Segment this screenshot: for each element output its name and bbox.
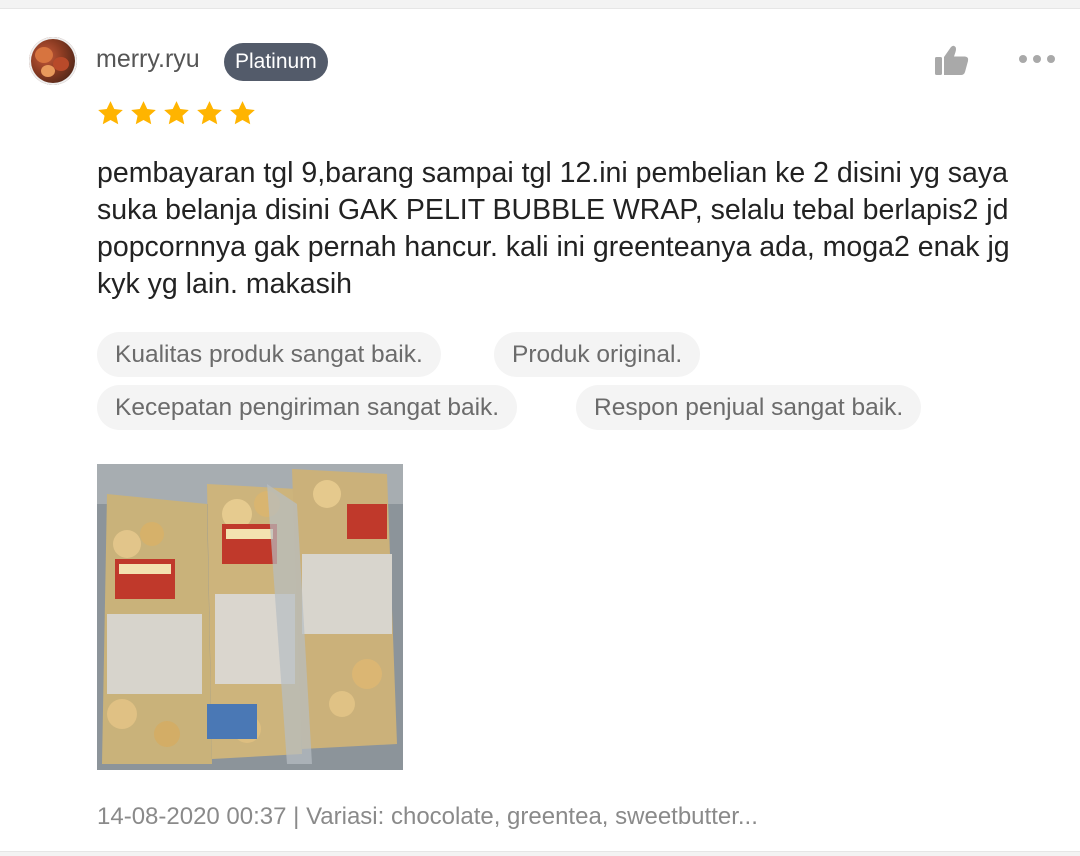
review-text: pembayaran tgl 9,barang sampai tgl 12.in…	[97, 157, 1010, 300]
star-icon	[197, 101, 222, 125]
thumbs-up-icon[interactable]	[934, 44, 970, 76]
review-tag: Kecepatan pengiriman sangat baik.	[97, 385, 518, 430]
review-card: merry.ryu Platinum pembayaran tgl 9,bara…	[0, 8, 1080, 852]
star-icon	[230, 101, 255, 125]
review-tag: Respon penjual sangat baik.	[576, 385, 922, 430]
review-meta: 14-08-2020 00:37 | Variasi: chocolate, g…	[97, 803, 758, 830]
avatar[interactable]	[29, 37, 77, 85]
star-icon	[164, 101, 189, 125]
star-icon	[131, 101, 156, 125]
review-photo[interactable]	[97, 464, 403, 770]
star-icon	[98, 101, 123, 125]
username[interactable]: merry.ryu	[96, 41, 200, 77]
review-tag: Produk original.	[494, 332, 701, 377]
more-options-icon[interactable]	[1017, 49, 1057, 69]
membership-badge: Platinum	[224, 43, 328, 81]
rating-stars	[96, 99, 257, 129]
review-tag: Kualitas produk sangat baik.	[97, 332, 441, 377]
